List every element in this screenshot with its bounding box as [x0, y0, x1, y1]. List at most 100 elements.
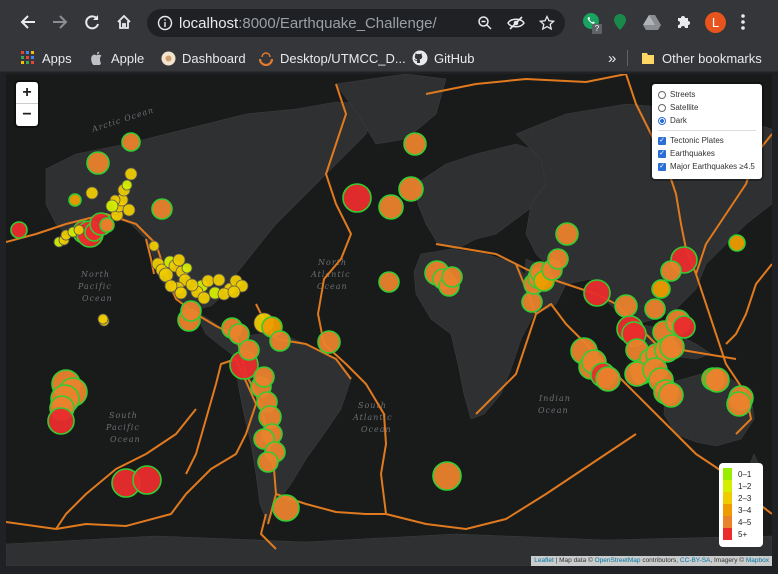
extensions-button[interactable]	[675, 13, 693, 36]
earthquake-marker[interactable]	[197, 291, 211, 305]
earthquake-marker[interactable]	[253, 366, 275, 388]
radio-dark-selected[interactable]	[658, 116, 666, 125]
license-link[interactable]: CC-BY-SA	[680, 557, 710, 564]
tracking-blocked-eye-icon[interactable]	[507, 15, 525, 31]
bookmark-dashboard[interactable]: Dashboard	[160, 48, 246, 68]
earthquake-marker[interactable]	[238, 339, 260, 361]
earthquake-marker[interactable]	[378, 271, 400, 293]
zoom-out-button[interactable]: −	[16, 104, 38, 126]
checkbox-tectonic-plates[interactable]: ✓	[658, 136, 666, 145]
earthquake-marker[interactable]	[704, 367, 730, 393]
earthquake-marker[interactable]	[132, 465, 162, 495]
earthquake-marker[interactable]	[432, 461, 462, 491]
checkbox-earthquakes[interactable]: ✓	[658, 149, 666, 158]
earthquake-marker[interactable]	[547, 248, 569, 270]
earthquake-marker[interactable]	[595, 366, 621, 392]
info-icon[interactable]	[157, 15, 173, 31]
browser-menu-button[interactable]	[740, 13, 746, 36]
overlay-tectonic-plates[interactable]: ✓ Tectonic Plates	[658, 134, 756, 147]
earthquake-marker[interactable]	[124, 167, 138, 181]
earthquake-marker[interactable]	[257, 451, 279, 473]
earthquake-marker[interactable]	[164, 279, 178, 293]
earthquake-marker[interactable]	[99, 217, 115, 233]
earthquake-marker[interactable]	[672, 315, 696, 339]
base-layer-dark[interactable]: Dark	[658, 114, 756, 127]
earthquake-marker[interactable]	[378, 194, 404, 220]
forward-button[interactable]	[48, 10, 72, 34]
earthquake-marker[interactable]	[658, 382, 684, 408]
extension-drive-button[interactable]	[643, 14, 661, 35]
earthquake-marker[interactable]	[403, 132, 427, 156]
earthquake-marker[interactable]	[97, 313, 109, 325]
earthquake-marker[interactable]	[47, 407, 75, 435]
osm-link[interactable]: OpenStreetMap	[595, 557, 641, 564]
earthquake-marker[interactable]	[227, 285, 241, 299]
earthquake-marker[interactable]	[521, 291, 543, 313]
earthquake-marker[interactable]	[68, 193, 82, 207]
radio-satellite[interactable]	[658, 103, 666, 112]
earthquake-marker[interactable]	[201, 274, 215, 288]
magnitude-legend: 0–1 1–2 2–3 3–4 4–5 5+	[719, 463, 763, 547]
earthquake-marker[interactable]	[659, 334, 685, 360]
earthquake-marker[interactable]	[398, 176, 424, 202]
earthquake-marker[interactable]	[583, 279, 611, 307]
bookmark-label: Dashboard	[182, 50, 246, 66]
earthquake-marker[interactable]	[728, 234, 746, 252]
url-text[interactable]: localhost:8000/Earthquake_Challenge/	[179, 15, 437, 32]
earthquake-marker[interactable]	[85, 186, 99, 200]
address-bar[interactable]: localhost:8000/Earthquake_Challenge/	[147, 9, 565, 37]
earthquake-marker[interactable]	[317, 330, 341, 354]
bookmarks-overflow-button[interactable]: »	[608, 48, 616, 68]
earthquake-marker[interactable]	[86, 151, 110, 175]
extension-green-button[interactable]	[612, 13, 628, 36]
overlay-earthquakes[interactable]: ✓ Earthquakes	[658, 147, 756, 160]
reload-button[interactable]	[80, 10, 104, 34]
earthquake-marker[interactable]	[441, 266, 463, 288]
earthquake-marker[interactable]	[614, 294, 638, 318]
back-button[interactable]	[16, 10, 40, 34]
checkbox-major-earthquakes[interactable]: ✓	[658, 162, 666, 171]
zoom-magnifier-icon[interactable]	[477, 15, 493, 31]
earthquake-marker[interactable]	[10, 221, 28, 239]
bookmark-desktop-utmcc[interactable]: Desktop/UTMCC_D...	[258, 48, 406, 68]
earthquake-marker[interactable]	[726, 391, 752, 417]
earthquake-marker[interactable]	[73, 224, 85, 236]
layer-control-separator	[658, 130, 756, 131]
earthquake-marker[interactable]	[105, 199, 119, 213]
profile-avatar[interactable]: L	[705, 12, 726, 33]
earthquake-marker[interactable]	[212, 273, 226, 287]
earthquake-marker[interactable]	[122, 203, 136, 217]
earthquake-marker[interactable]	[660, 260, 682, 282]
earthquake-marker[interactable]	[185, 278, 199, 292]
earthquake-marker[interactable]	[121, 132, 141, 152]
zoom-in-button[interactable]: +	[16, 82, 38, 104]
radio-streets[interactable]	[658, 90, 666, 99]
earthquake-marker[interactable]	[174, 286, 188, 300]
home-button[interactable]	[112, 10, 136, 34]
earthquake-marker[interactable]	[121, 179, 133, 191]
earthquake-marker[interactable]	[651, 279, 671, 299]
earthquake-marker[interactable]	[180, 300, 202, 322]
bookmark-star-icon[interactable]	[539, 15, 555, 31]
base-layer-satellite[interactable]: Satellite	[658, 101, 756, 114]
leaflet-link[interactable]: Leaflet	[534, 557, 554, 564]
earthquake-marker[interactable]	[644, 298, 666, 320]
overlay-major-earthquakes[interactable]: ✓ Major Earthquakes ≥4.5	[658, 160, 756, 173]
earthquake-map[interactable]: Arctic Ocean North Pacific Ocean North A…	[6, 74, 772, 566]
earthquake-marker[interactable]	[555, 222, 579, 246]
bookmark-apps[interactable]: Apps	[20, 48, 72, 68]
bookmark-apple[interactable]: Apple	[89, 48, 144, 68]
bookmark-github[interactable]: GitHub	[412, 48, 474, 68]
mapbox-link[interactable]: Mapbox	[746, 557, 769, 564]
bookmark-other-folder[interactable]: Other bookmarks	[640, 48, 762, 68]
extension-phone-button[interactable]: ?	[582, 12, 602, 34]
base-layer-streets[interactable]: Streets	[658, 88, 756, 101]
earthquake-marker[interactable]	[151, 198, 173, 220]
earthquake-marker[interactable]	[269, 330, 291, 352]
earthquake-marker[interactable]	[181, 262, 193, 274]
overlay-label: Major Earthquakes ≥4.5	[670, 162, 755, 171]
earthquake-marker[interactable]	[148, 240, 160, 252]
label-north-pacific-2: Pacific	[77, 282, 112, 291]
earthquake-marker[interactable]	[342, 183, 372, 213]
earthquake-marker[interactable]	[272, 494, 300, 522]
